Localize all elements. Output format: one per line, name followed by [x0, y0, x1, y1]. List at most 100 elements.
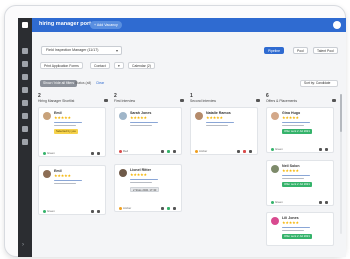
candidate-card[interactable]: Neil Solon ★★★★★ Offer sent 2 Jul 2021 G… — [266, 160, 334, 206]
app-screen: › hiring manager portal + Add Vacancy Fi… — [18, 18, 346, 257]
flag-icon[interactable] — [97, 152, 100, 155]
home-icon[interactable] — [22, 48, 28, 54]
rating-stars: ★★★★★ — [282, 115, 299, 120]
rag-label: Green — [47, 209, 55, 213]
column-header: 6 Offers & Placements — [266, 93, 336, 105]
mail-icon[interactable] — [237, 150, 240, 153]
mail-icon[interactable] — [161, 207, 164, 210]
info-line — [130, 125, 152, 127]
rag-status: Green — [43, 209, 55, 213]
flag-icon[interactable] — [325, 201, 328, 204]
view-pipeline-button[interactable]: Pipeline — [264, 47, 285, 54]
rag-label: Red — [123, 149, 129, 153]
status-dot — [271, 147, 274, 151]
column-menu-icon[interactable] — [256, 99, 260, 102]
check-icon[interactable] — [167, 150, 170, 153]
clear-filters-link[interactable]: Clear — [96, 80, 104, 87]
column-header: 2 Hiring Manager Shortlist — [38, 93, 108, 105]
candidate-card[interactable]: Sarah Jones ★★★★★ Red — [114, 107, 182, 155]
avatar — [271, 217, 279, 225]
avatar — [43, 170, 51, 178]
chart-icon[interactable] — [22, 87, 28, 93]
mail-icon[interactable] — [161, 150, 164, 153]
info-line — [282, 227, 310, 229]
rag-label: Green — [275, 147, 283, 151]
offer-badge: Offer sent 2 Jul 2021 — [282, 234, 312, 239]
flag-icon[interactable] — [249, 150, 252, 153]
info-line — [54, 180, 82, 182]
briefcase-icon[interactable] — [22, 61, 28, 67]
info-line — [130, 179, 158, 181]
candidate-card[interactable]: Natalie Ramos ★★★★★ Amber — [190, 107, 258, 155]
flag-icon[interactable] — [173, 207, 176, 210]
offer-badge: Offer sent 2 Jul 2021 — [282, 129, 312, 134]
column-menu-icon[interactable] — [180, 99, 184, 102]
rating-stars: ★★★★★ — [282, 168, 299, 173]
vacancy-select[interactable]: Field Inspection Manager (11/17) ▾ — [41, 46, 122, 55]
contact-button[interactable]: Contact — [90, 62, 110, 69]
view-pool-button[interactable]: Pool — [293, 47, 308, 54]
info-line — [54, 122, 82, 124]
flag-icon[interactable] — [325, 148, 328, 151]
inbox-icon[interactable] — [22, 113, 28, 119]
column-menu-icon[interactable] — [332, 99, 336, 102]
check-icon[interactable] — [167, 207, 170, 210]
info-line — [130, 122, 158, 124]
candidate-card[interactable]: Emil ★★★★★ Selected by you Green — [38, 107, 106, 157]
mail-icon[interactable] — [91, 210, 94, 213]
candidate-card[interactable]: Lili Jones ★★★★★ Offer sent 2 Jul 2021 — [266, 212, 334, 246]
candidate-card[interactable]: Emil ★★★★★ Green — [38, 165, 106, 215]
candidate-card[interactable]: Lionel Ritter ★★★★★ 2 Slots 2021 17:30 A… — [114, 164, 182, 212]
calendar-button[interactable]: Calendar (2) — [128, 62, 155, 69]
filters-toggle[interactable]: Show / hide all filters — [40, 80, 78, 87]
column-name: Hiring Manager Shortlist — [38, 99, 75, 103]
mail-icon[interactable] — [319, 148, 322, 151]
status-badge: Selected by you — [54, 129, 78, 134]
view-talent-pool-button[interactable]: Talent Pool — [313, 47, 338, 54]
rag-status: Amber — [195, 149, 207, 153]
rating-stars: ★★★★★ — [130, 172, 147, 177]
status-dot — [43, 151, 46, 155]
chevron-down-icon: ▾ — [115, 48, 118, 53]
info-line — [282, 230, 304, 232]
info-line — [282, 178, 304, 180]
avatar — [195, 112, 203, 120]
column-header: 1 Second Interview — [190, 93, 260, 105]
status-dot — [119, 206, 122, 210]
rag-status: Green — [43, 151, 55, 155]
print-forms-button[interactable]: Print Application Forms — [40, 62, 83, 69]
info-line — [130, 182, 152, 184]
mail-icon[interactable] — [319, 201, 322, 204]
rag-label: Amber — [199, 149, 208, 153]
flag-icon[interactable] — [97, 210, 100, 213]
avatar — [119, 169, 127, 177]
rag-label: Green — [275, 200, 283, 204]
column-name: First Interview — [114, 99, 136, 103]
rag-status: Red — [119, 149, 128, 153]
info-line — [206, 125, 228, 127]
mail-icon[interactable] — [91, 152, 94, 155]
candidate-card[interactable]: Gina Hugo ★★★★★ Offer sent 2 Jul 2021 Gr… — [266, 107, 334, 153]
column-header: 2 First Interview — [114, 93, 184, 105]
more-button[interactable]: ▾ — [114, 62, 124, 69]
reject-icon[interactable] — [243, 150, 246, 153]
document-icon[interactable] — [22, 126, 28, 132]
settings-icon[interactable] — [22, 139, 28, 145]
users-icon[interactable] — [22, 74, 28, 80]
add-vacancy-button[interactable]: + Add Vacancy — [90, 21, 122, 29]
user-avatar[interactable] — [333, 21, 341, 29]
top-bar: hiring manager portal + Add Vacancy — [32, 18, 346, 32]
info-line — [282, 175, 310, 177]
flag-icon[interactable] — [173, 150, 176, 153]
status-dot — [119, 149, 122, 153]
scrollbar-thumb[interactable] — [340, 94, 342, 132]
column-menu-icon[interactable] — [104, 99, 108, 102]
menu-icon[interactable] — [22, 22, 28, 28]
collapse-icon[interactable]: › — [22, 242, 28, 248]
column-name: Offers & Placements — [266, 99, 298, 103]
rag-label: Green — [47, 151, 55, 155]
calendar-icon[interactable] — [22, 100, 28, 106]
sort-select[interactable]: Sort by: Candidate — [300, 80, 338, 87]
status-filter[interactable]: Status (all) — [75, 80, 91, 87]
status-dot — [271, 200, 274, 204]
